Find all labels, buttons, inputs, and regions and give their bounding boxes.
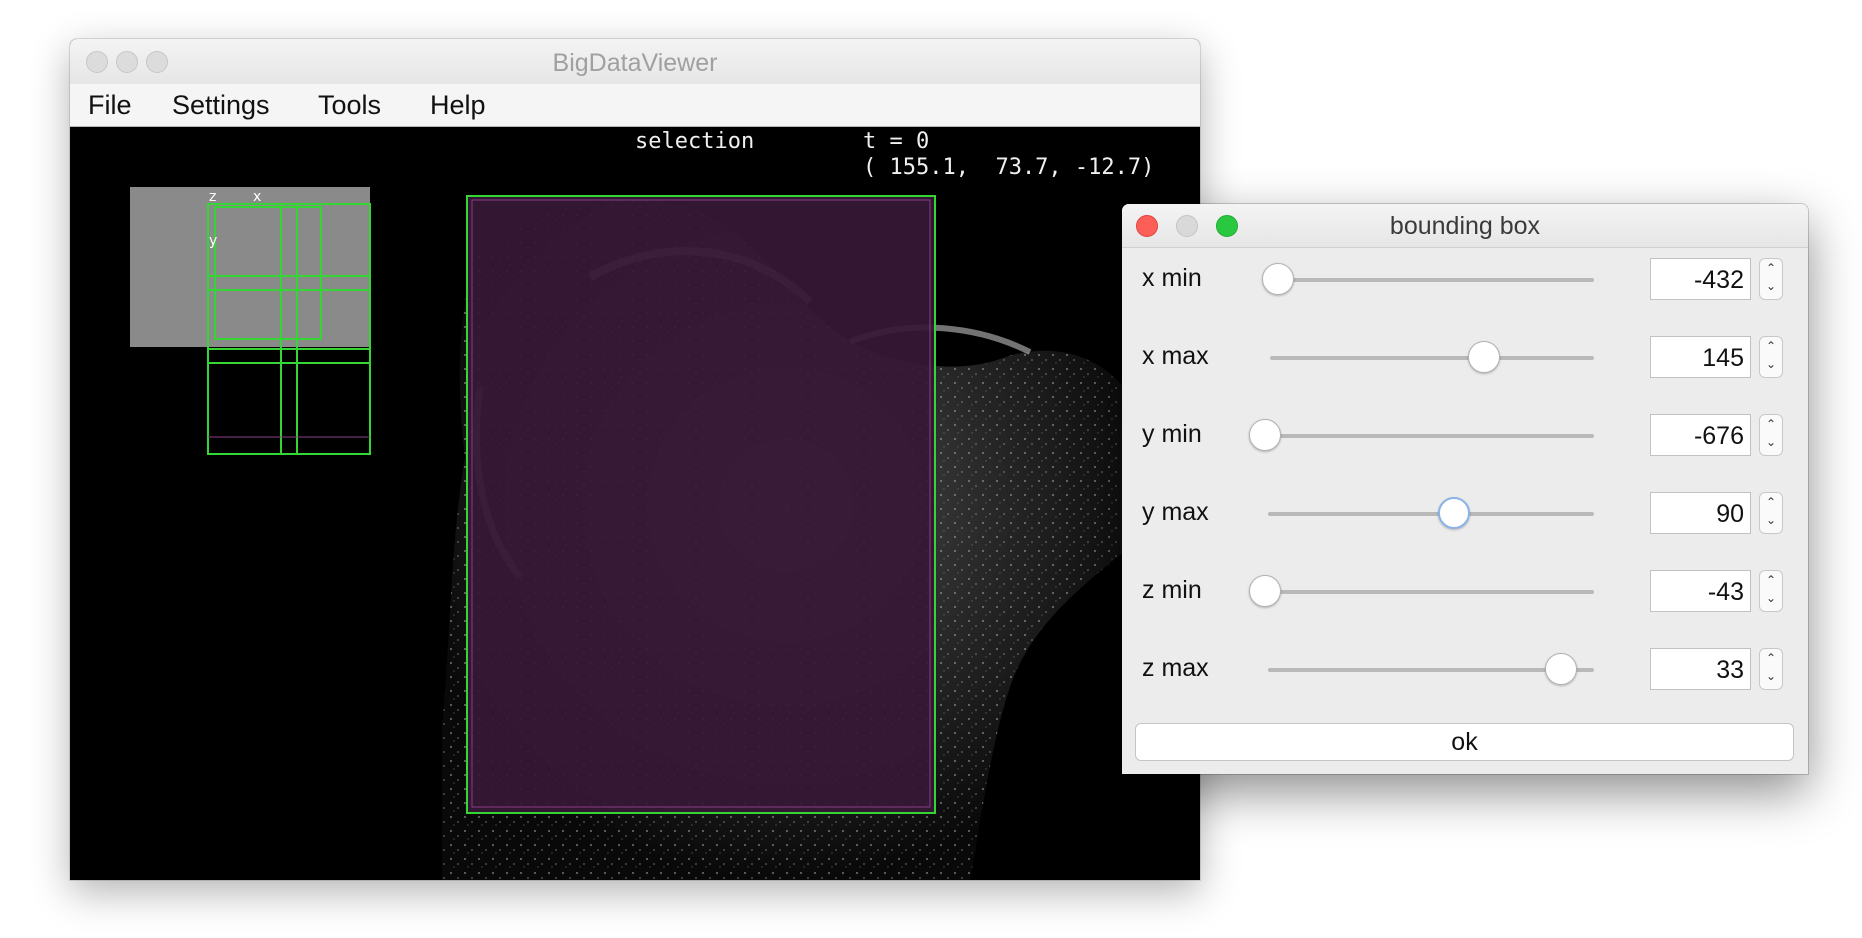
stepper-up-icon[interactable]: ⌃ (1760, 337, 1782, 355)
ok-button[interactable]: ok (1135, 723, 1794, 761)
z-max-value-field[interactable]: 33 (1650, 648, 1751, 690)
z-min-slider-thumb[interactable] (1249, 575, 1281, 607)
x-max-slider-thumb[interactable] (1468, 341, 1500, 373)
x-min-row: x min -432 ⌃ ⌄ (1122, 242, 1808, 320)
y-min-stepper[interactable]: ⌃ ⌄ (1759, 414, 1783, 456)
x-min-stepper[interactable]: ⌃ ⌄ (1759, 258, 1783, 300)
z-min-stepper[interactable]: ⌃ ⌄ (1759, 570, 1783, 612)
y-min-value-field[interactable]: -676 (1650, 414, 1751, 456)
z-min-row: z min -43 ⌃ ⌄ (1122, 554, 1808, 632)
y-max-stepper[interactable]: ⌃ ⌄ (1759, 492, 1783, 534)
x-max-stepper[interactable]: ⌃ ⌄ (1759, 336, 1783, 378)
bounding-box-dialog: bounding box x min -432 ⌃ ⌄ x max 145 ⌃ ⌄ y min -… (1122, 204, 1808, 774)
z-max-label: z max (1142, 654, 1209, 682)
selection-box[interactable] (466, 195, 936, 814)
x-min-slider-thumb[interactable] (1262, 263, 1294, 295)
x-max-slider[interactable] (1270, 356, 1594, 360)
main-titlebar[interactable]: BigDataViewer (70, 39, 1200, 85)
y-max-slider[interactable] (1268, 512, 1594, 516)
nav-axis-y: y (209, 233, 217, 249)
menu-settings[interactable]: Settings (172, 90, 270, 121)
z-max-slider-thumb[interactable] (1545, 653, 1577, 685)
z-max-row: z max 33 ⌃ ⌄ (1122, 632, 1808, 710)
x-max-value-field[interactable]: 145 (1650, 336, 1751, 378)
y-min-row: y min -676 ⌃ ⌄ (1122, 398, 1808, 476)
y-min-label: y min (1142, 420, 1202, 448)
viewer-canvas[interactable]: selection t = 0 ( 155.1, 73.7, -12.7) z … (70, 127, 1200, 880)
x-max-label: x max (1142, 342, 1209, 370)
stepper-up-icon[interactable]: ⌃ (1760, 571, 1782, 589)
menu-help[interactable]: Help (430, 90, 486, 121)
y-max-label: y max (1142, 498, 1209, 526)
dialog-title: bounding box (1389, 212, 1541, 240)
z-min-value-field[interactable]: -43 (1650, 570, 1751, 612)
stepper-down-icon[interactable]: ⌄ (1760, 589, 1782, 607)
x-max-row: x max 145 ⌃ ⌄ (1122, 320, 1808, 398)
menu-file[interactable]: File (88, 90, 132, 121)
menu-tools[interactable]: Tools (318, 90, 381, 121)
nav-axis-x: x (253, 189, 261, 205)
stepper-up-icon[interactable]: ⌃ (1760, 649, 1782, 667)
nav-axis-z: z (209, 189, 216, 205)
stepper-up-icon[interactable]: ⌃ (1760, 493, 1782, 511)
window-title: BigDataViewer (552, 49, 718, 77)
y-max-row: y max 90 ⌃ ⌄ (1122, 476, 1808, 554)
stepper-down-icon[interactable]: ⌄ (1760, 355, 1782, 373)
stepper-up-icon[interactable]: ⌃ (1760, 259, 1782, 277)
y-min-slider-thumb[interactable] (1249, 419, 1281, 451)
viewer-svg: z x y (130, 187, 1130, 880)
menu-bar: File Settings Tools Help (70, 84, 1200, 127)
navigator-overview (130, 187, 371, 455)
x-min-value-field[interactable]: -432 (1650, 258, 1751, 300)
y-max-slider-thumb[interactable] (1438, 497, 1470, 529)
z-max-stepper[interactable]: ⌃ ⌄ (1759, 648, 1783, 690)
x-min-label: x min (1142, 264, 1202, 292)
bigdataviewer-window: BigDataViewer File Settings Tools Help s… (70, 39, 1200, 880)
z-min-slider[interactable] (1258, 590, 1594, 594)
stepper-down-icon[interactable]: ⌄ (1760, 511, 1782, 529)
stepper-down-icon[interactable]: ⌄ (1760, 277, 1782, 295)
stepper-down-icon[interactable]: ⌄ (1760, 667, 1782, 685)
stepper-down-icon[interactable]: ⌄ (1760, 433, 1782, 451)
y-min-slider[interactable] (1258, 434, 1594, 438)
x-min-slider[interactable] (1272, 278, 1594, 282)
z-min-label: z min (1142, 576, 1202, 604)
stepper-up-icon[interactable]: ⌃ (1760, 415, 1782, 433)
y-max-value-field[interactable]: 90 (1650, 492, 1751, 534)
